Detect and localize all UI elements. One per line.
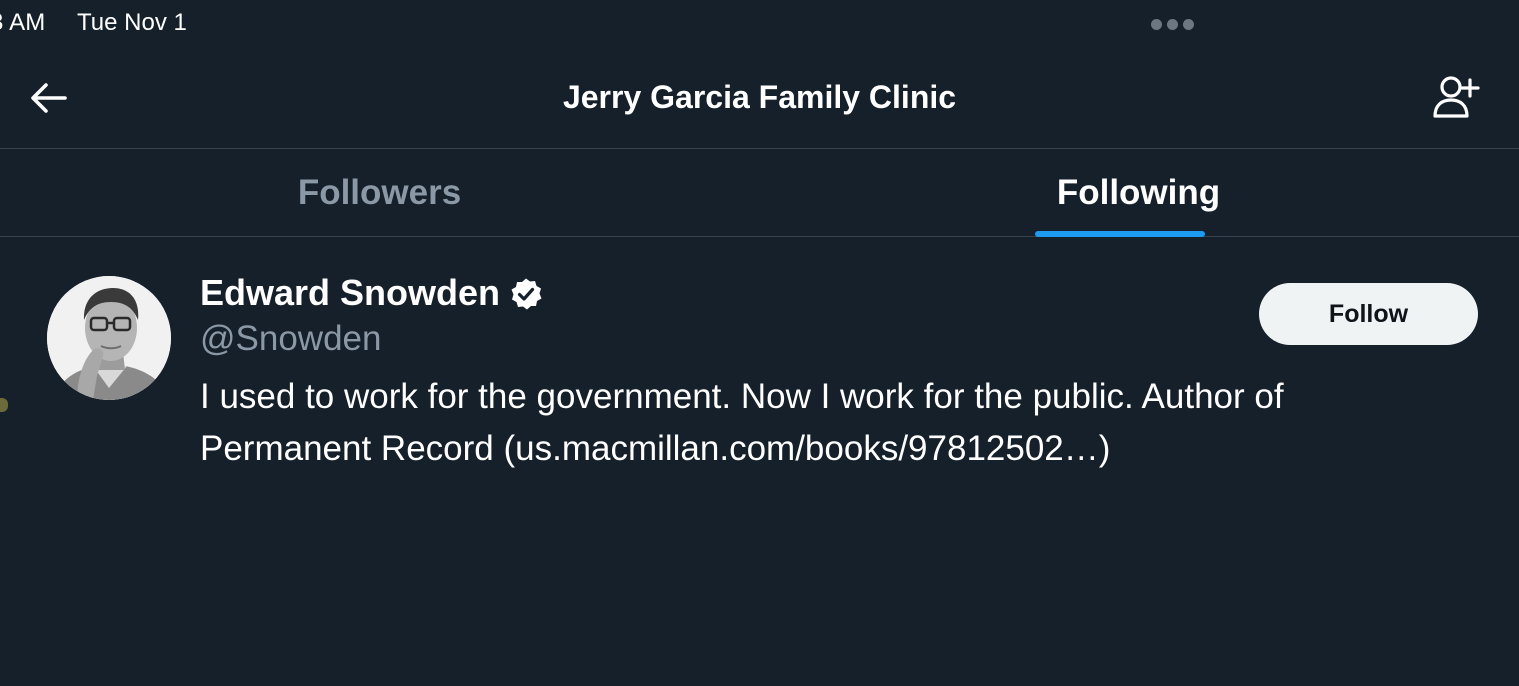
add-user-button[interactable] [1430,74,1482,120]
add-user-icon [1433,76,1480,118]
dot [1151,19,1162,30]
display-name: Edward Snowden [200,272,501,313]
user-handle: @Snowden [200,319,382,358]
dot [1167,19,1178,30]
tab-label: Followers [297,173,462,212]
tab-label: Following [1056,173,1221,212]
tab-bar: Followers Following [0,149,1519,237]
verified-badge-icon [511,278,542,310]
avatar-photo [47,276,171,400]
user-bio: I used to work for the government. Now I… [200,377,1284,468]
tab-following[interactable]: Following [759,149,1518,237]
tab-followers[interactable]: Followers [0,149,759,236]
status-date: Tue Nov 1 [77,9,187,36]
status-bar: 3 AM Tue Nov 1 [0,0,1519,48]
user-list-item[interactable]: Edward Snowden @Snowden I used to work f… [0,237,1519,477]
multitasking-dots-icon[interactable] [1151,19,1194,30]
status-time: 3 AM [0,9,46,36]
dot [1183,19,1194,30]
page-title: Jerry Garcia Family Clinic [562,79,957,115]
avatar[interactable] [47,276,171,400]
header-bar: Jerry Garcia Family Clinic [0,48,1519,149]
follow-button[interactable]: Follow [1259,283,1478,345]
app-screen: 3 AM Tue Nov 1 Jerry Garcia Family Clini… [0,0,1519,686]
